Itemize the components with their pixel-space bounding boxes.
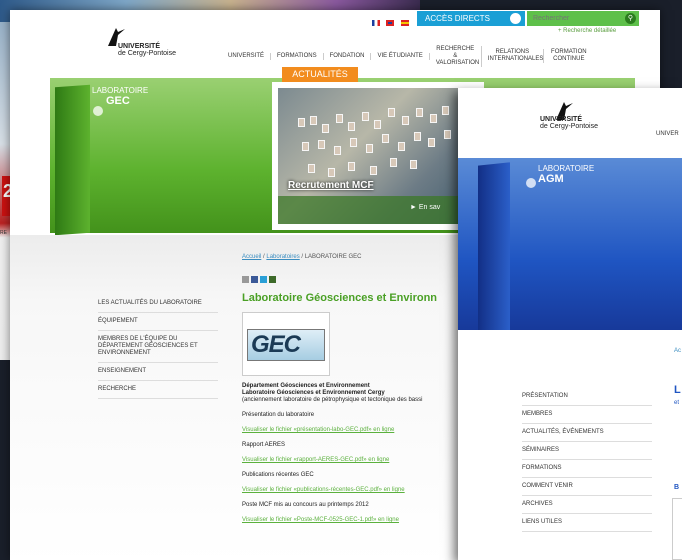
presentation-label: Présentation du laboratoire — [242, 412, 315, 418]
nav-item-relations[interactable]: RELATIONS INTERNATIONALES — [482, 49, 544, 63]
sidebar-item-formations[interactable]: FORMATIONS — [522, 460, 652, 478]
nav-item-formation-continue[interactable]: FORMATION CONTINUE — [544, 49, 594, 63]
nav-item-universite[interactable]: UNIVERSITÉ — [222, 52, 272, 60]
news-caption-band — [278, 196, 478, 224]
publications-label: Publications récentes GEC — [242, 472, 314, 478]
university-logo-text[interactable]: UNIVERSITÉ de Cergy-Pontoise — [540, 116, 598, 130]
aeres-label: Rapport AERES — [242, 442, 286, 448]
breadcrumb-fragment[interactable]: Ac — [674, 348, 681, 354]
presentation-file-link[interactable]: Visualiser le fichier «présentation-labo… — [242, 427, 482, 434]
sidebar-item-recherche[interactable]: RECHERCHE — [98, 381, 218, 399]
lab-sidebar: LES ACTUALITÉS DU LABORATOIRE ÉQUIPEMENT… — [98, 295, 218, 399]
lab-title: LABORATOIRE GEC — [92, 86, 148, 107]
content-frame — [672, 498, 682, 560]
flag-es-icon[interactable] — [400, 19, 409, 26]
twitter-icon[interactable] — [260, 276, 267, 283]
logo-line2: de Cergy-Pontoise — [118, 50, 176, 57]
lab-fullname: Laboratoire Géosciences et Environnement… — [242, 390, 385, 396]
flag-fr-icon[interactable] — [372, 19, 380, 26]
nav-item-recherche[interactable]: RECHERCHE & VALORISATION — [430, 45, 482, 67]
email-icon[interactable] — [242, 276, 249, 283]
arrow-circle-icon — [93, 106, 103, 116]
facebook-icon[interactable] — [251, 276, 258, 283]
search-box[interactable]: ⚲ — [527, 11, 639, 26]
publications-file-link[interactable]: Visualiser le fichier «publications-réce… — [242, 487, 482, 494]
banner-side-panel — [55, 84, 90, 236]
subtitle-fragment: et — [674, 400, 680, 406]
news-title-link[interactable]: Recrutement MCF — [288, 180, 374, 191]
nav-item-universite[interactable]: UNIVER — [656, 131, 679, 137]
nav-item-vie-etudiante[interactable]: VIE ÉTUDIANTE — [371, 52, 430, 60]
sidebar-item-liens-utiles[interactable]: LIENS UTILES — [522, 514, 652, 532]
sidebar-item-membres[interactable]: MEMBRES DE L'ÉQUIPE DU DÉPARTEMENT GÉOSC… — [98, 331, 218, 363]
page-title: Laboratoire Géosciences et Environn — [242, 292, 438, 304]
university-logo-text[interactable]: UNIVERSITÉ de Cergy-Pontoise — [118, 43, 176, 57]
lab-name: GEC — [106, 95, 130, 107]
detailed-search-link[interactable]: + Recherche détaillée — [558, 28, 616, 34]
search-input[interactable] — [531, 13, 619, 24]
lab-sidebar: PRÉSENTATION MEMBRES ACTUALITÉS, ÉVÉNEME… — [522, 388, 652, 532]
tab-actualites[interactable]: ACTUALITÉS — [282, 67, 358, 82]
breadcrumb-home[interactable]: Accueil — [242, 254, 261, 260]
poste-label: Poste MCF mis au concours au printemps 2… — [242, 502, 369, 508]
lab-former-name: (anciennement laboratoire de pétrophysiq… — [242, 397, 423, 403]
main-nav: UNIVERSITÉ FORMATIONS FONDATION VIE ÉTUD… — [222, 45, 594, 67]
lab-label: LABORATOIRE — [92, 86, 149, 95]
nav-item-fondation[interactable]: FONDATION — [324, 52, 372, 60]
sidebar-item-enseignement[interactable]: ENSEIGNEMENT — [98, 363, 218, 381]
chevron-down-icon — [510, 13, 521, 24]
nav-item-formations[interactable]: FORMATIONS — [271, 52, 324, 60]
logo-line1: UNIVERSITÉ — [540, 116, 583, 123]
share-icons — [242, 276, 276, 283]
aeres-file-link[interactable]: Visualiser le fichier «rapport-AERES-GEC… — [242, 457, 482, 464]
dept-name: Département Géosciences et Environnement — [242, 383, 370, 389]
lab-title: LABORATOIRE AGM — [538, 164, 594, 185]
section-heading-fragment: B — [674, 484, 680, 491]
breadcrumb: Accueil / Laboratoires / LABORATOIRE GEC — [242, 254, 362, 260]
lab-name: AGM — [538, 173, 564, 185]
sidebar-item-actualites[interactable]: ACTUALITÉS, ÉVÉNEMENTS — [522, 424, 652, 442]
language-flags[interactable] — [372, 14, 411, 32]
flag-uk-icon[interactable] — [386, 19, 395, 26]
lab-description: Département Géosciences et Environnement… — [242, 383, 482, 524]
sidebar-item-actualites[interactable]: LES ACTUALITÉS DU LABORATOIRE — [98, 295, 218, 313]
read-more-link[interactable]: ► En sav — [410, 204, 440, 211]
gec-logo-image: GEC — [242, 312, 330, 376]
sidebar-item-equipement[interactable]: ÉQUIPEMENT — [98, 313, 218, 331]
share-icon[interactable] — [269, 276, 276, 283]
sidebar-item-comment-venir[interactable]: COMMENT VENIR — [522, 478, 652, 496]
breadcrumb-labs[interactable]: Laboratoires — [266, 254, 299, 260]
acces-directs-menu[interactable]: ACCÈS DIRECTS — [417, 11, 525, 26]
gec-logo-text: GEC — [251, 331, 301, 358]
sidebar-item-presentation[interactable]: PRÉSENTATION — [522, 388, 652, 406]
agm-window: UNIVERSITÉ de Cergy-Pontoise UNIVER LABO… — [458, 88, 682, 560]
sidebar-item-archives[interactable]: ARCHIVES — [522, 496, 652, 514]
page-title-fragment: L — [674, 384, 681, 396]
arrow-circle-icon — [526, 178, 536, 188]
breadcrumb-current: / LABORATOIRE GEC — [299, 254, 362, 260]
logo-line1: UNIVERSITÉ — [118, 43, 161, 50]
search-icon[interactable]: ⚲ — [625, 13, 636, 24]
sidebar-item-membres[interactable]: MEMBRES — [522, 406, 652, 424]
poste-file-link[interactable]: Visualiser le fichier «Poste-MCF-0525-GE… — [242, 517, 482, 524]
banner-side-panel — [478, 162, 510, 336]
logo-line2: de Cergy-Pontoise — [540, 123, 598, 130]
lab-label: LABORATOIRE — [538, 164, 595, 173]
sidebar-item-seminaires[interactable]: SÉMINAIRES — [522, 442, 652, 460]
acces-directs-label: ACCÈS DIRECTS — [425, 14, 490, 23]
